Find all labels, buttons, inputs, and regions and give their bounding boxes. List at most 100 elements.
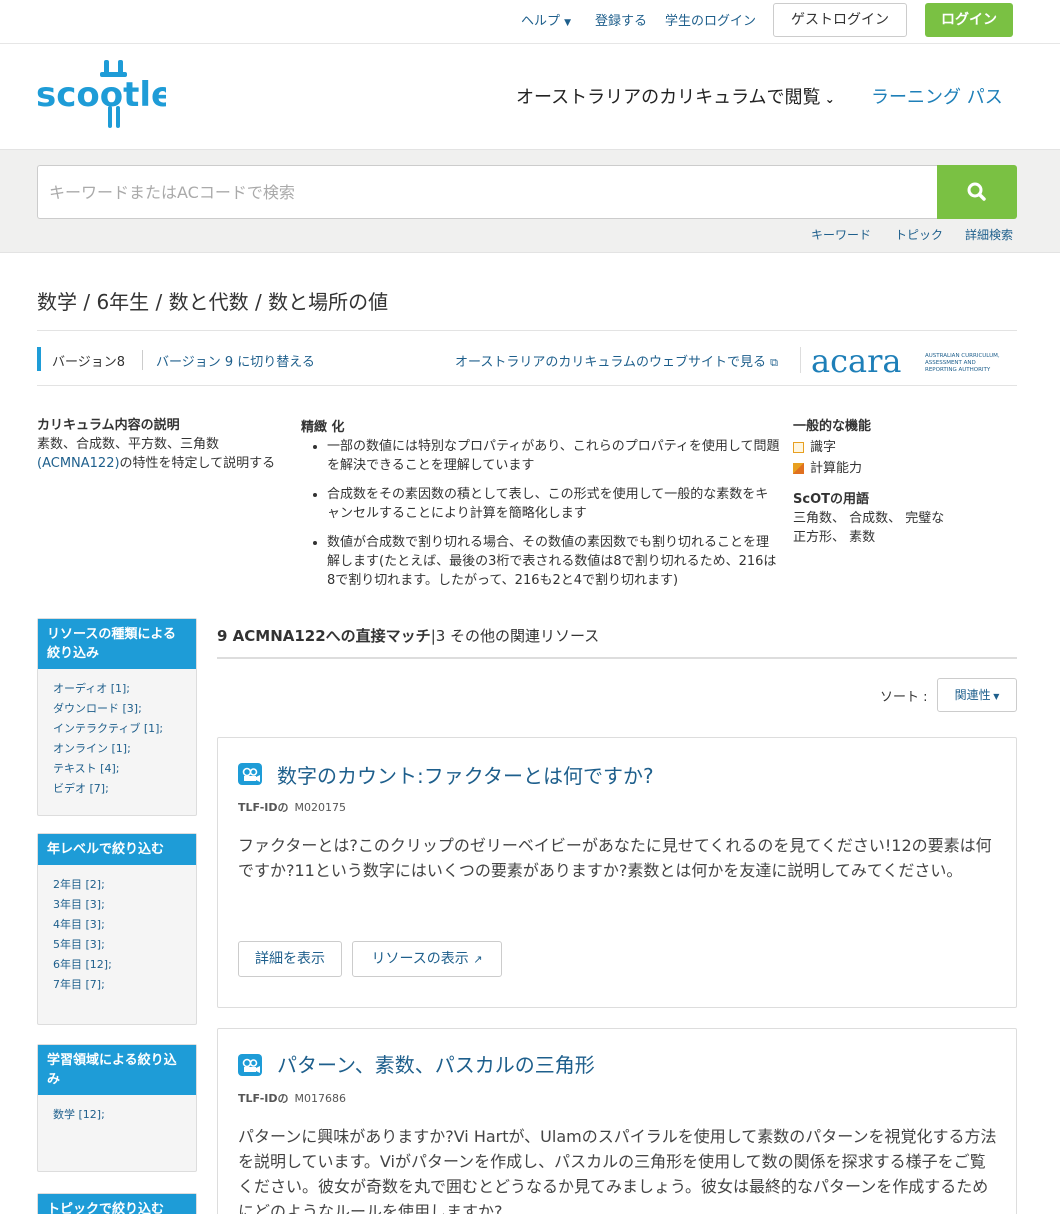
divider: [800, 347, 801, 373]
filter-option[interactable]: 7年目 [7];: [53, 975, 196, 995]
capability-label: 計算能力: [810, 461, 863, 476]
guest-login-button[interactable]: ゲストログイン: [773, 3, 907, 37]
scot-heading: ScOTの用語: [793, 492, 869, 507]
filter-option[interactable]: 数学 [12];: [53, 1105, 196, 1125]
filter-option[interactable]: 3年目 [3];: [53, 895, 196, 915]
divider: [142, 350, 143, 370]
divider: [217, 657, 1017, 659]
switch-version-link[interactable]: バージョン 9 に切り替える: [156, 351, 315, 370]
resource-description: パターンに興味がありますか?Vi Hartが、Ulamのスパイラルを使用して素数…: [238, 1127, 997, 1214]
acara-tagline-1: AUSTRALIAN CURRICULUM,: [925, 353, 1000, 359]
video-icon: [238, 763, 262, 785]
filter-heading: トピックで絞り込む: [38, 1194, 196, 1214]
search-button[interactable]: [937, 165, 1017, 219]
results-summary: 9 ACMNA122への直接マッチ|3 その他の関連リソース: [217, 625, 599, 646]
resource-id-label: TLF-IDの: [238, 1092, 289, 1105]
top-bar: ヘルプ ▼ 登録する 学生のログイン ゲストログイン ログイン: [0, 0, 1060, 44]
sort-value: 関連性: [954, 688, 991, 702]
filter-learning-area: 学習領域による絞り込み 数学 [12];: [37, 1044, 197, 1172]
scot-terms-line: 正方形、 素数: [793, 530, 876, 545]
direct-matches-tab[interactable]: 9 ACMNA122への直接マッチ: [217, 627, 431, 645]
filter-resource-type: リソースの種類による絞り込み オーディオ [1]; ダウンロード [3]; イン…: [37, 618, 197, 816]
student-login-link[interactable]: 学生のログイン: [665, 10, 756, 29]
keyword-search-link[interactable]: キーワード: [811, 226, 871, 243]
resource-id: TLF-IDの M017686: [238, 1090, 346, 1106]
advanced-search-link[interactable]: 詳細検索: [965, 226, 1013, 243]
scootle-logo[interactable]: scootle: [36, 58, 166, 134]
breadcrumb: 数学 / 6年生 / 数と代数 / 数と場所の値: [37, 290, 389, 314]
resource-id-value: M020175: [294, 801, 346, 814]
resource-card: パターン、素数、パスカルの三角形 TLF-IDの M017686 パターンに興味が…: [217, 1028, 1017, 1214]
filter-option[interactable]: 4年目 [3];: [53, 915, 196, 935]
scot-terms-line: 三角数、 合成数、 完璧な: [793, 511, 945, 526]
filter-heading: リソースの種類による絞り込み: [38, 619, 196, 669]
resource-description: ファクターとは?このクリップのゼリーベイビーがあなたに見せてくれるのを見てくださ…: [238, 836, 992, 880]
resource-id: TLF-IDの M020175: [238, 799, 346, 815]
content-description-heading: カリキュラム内容の説明: [37, 418, 180, 433]
learning-path-link[interactable]: ラーニング パス: [871, 83, 1003, 109]
login-button[interactable]: ログイン: [925, 3, 1013, 37]
elaborations: 精緻 化 一部の数値には特別なプロパティがあり、これらのプロパティを使用して問題…: [301, 416, 781, 600]
chevron-down-icon: ⌄: [820, 92, 835, 106]
acara-wordmark: acara: [811, 346, 901, 376]
resource-id-value: M017686: [294, 1092, 346, 1105]
chevron-down-icon: ▼: [564, 18, 572, 28]
ac-website-label: オーストラリアのカリキュラムのウェブサイトで見る: [455, 355, 766, 370]
logo-text: scootle: [36, 75, 166, 115]
resource-title-link[interactable]: パターン、素数、パスカルの三角形: [277, 1049, 595, 1078]
content-description-text: の特性を特定して説明する: [119, 456, 276, 471]
elaboration-item: 数値が合成数で割り切れる場合、その数値の素因数でも割り切れることを理解します(た…: [327, 533, 781, 590]
view-details-button[interactable]: 詳細を表示: [238, 941, 342, 977]
filter-option[interactable]: ビデオ [7];: [53, 779, 196, 799]
ac-code-link[interactable]: (ACMNA122): [37, 456, 120, 471]
filter-topic: トピックで絞り込む: [37, 1193, 197, 1214]
numeracy-icon: [793, 463, 804, 474]
help-menu[interactable]: ヘルプ ▼: [521, 10, 571, 29]
topic-search-link[interactable]: トピック: [895, 226, 943, 243]
search-icon: [967, 182, 986, 201]
filter-option[interactable]: テキスト [4];: [53, 759, 196, 779]
search-input[interactable]: [37, 165, 938, 219]
filter-heading: 学習領域による絞り込み: [38, 1045, 196, 1095]
browse-ac-menu[interactable]: オーストラリアのカリキュラムで閲覧 ⌄: [516, 83, 835, 109]
filter-option[interactable]: 5年目 [3];: [53, 935, 196, 955]
resource-id-label: TLF-IDの: [238, 801, 289, 814]
external-link-icon: ⧉: [770, 356, 778, 369]
elaborations-heading: 精緻 化: [301, 420, 345, 435]
sort-dropdown[interactable]: 関連性 ▼: [937, 678, 1017, 712]
capability-literacy[interactable]: 識字: [793, 437, 1018, 458]
filter-option[interactable]: 2年目 [2];: [53, 875, 196, 895]
ac-website-link[interactable]: オーストラリアのカリキュラムのウェブサイトで見る ⧉: [455, 351, 778, 370]
capability-numeracy[interactable]: 計算能力: [793, 458, 1018, 479]
filter-option[interactable]: オーディオ [1];: [53, 679, 196, 699]
resource-card: 数字のカウント:ファクターとは何ですか? TLF-IDの M020175 ファクタ…: [217, 737, 1017, 1008]
help-label: ヘルプ: [521, 14, 561, 29]
view-resource-button[interactable]: リソースの表示 ↗: [352, 941, 502, 977]
video-icon: [238, 1054, 262, 1076]
elaboration-item: 合成数をその素因数の積として表し、この形式を使用して一般的な素数をキャンセルする…: [327, 485, 781, 523]
content-description-text: 素数、合成数、平方数、三角数: [37, 437, 220, 452]
acara-logo[interactable]: acara AUSTRALIAN CURRICULUM, ASSESSMENT …: [811, 346, 1017, 376]
filter-option[interactable]: 6年目 [12];: [53, 955, 196, 975]
scot-terms: ScOTの用語 三角数、 合成数、 完璧な 正方形、 素数: [793, 490, 1018, 547]
filter-heading: 年レベルで絞り込む: [38, 834, 196, 865]
sort-label: ソート :: [880, 690, 928, 705]
filter-option[interactable]: ダウンロード [3];: [53, 699, 196, 719]
acara-tagline-2: ASSESSMENT AND: [925, 360, 976, 366]
literacy-icon: [793, 442, 804, 453]
resource-title-link[interactable]: 数字のカウント:ファクターとは何ですか?: [277, 760, 654, 789]
caret-down-icon: ▼: [990, 692, 1000, 701]
register-link[interactable]: 登録する: [595, 10, 647, 29]
general-capabilities: 一般的な機能 識字 計算能力: [793, 416, 1018, 479]
elaboration-item: 一部の数値には特別なプロパティがあり、これらのプロパティを使用して問題を解決でき…: [327, 437, 781, 475]
filter-year-level: 年レベルで絞り込む 2年目 [2]; 3年目 [3]; 4年目 [3]; 5年目…: [37, 833, 197, 1025]
capability-label: 識字: [810, 440, 837, 455]
version-indicator: [37, 347, 41, 371]
external-link-icon: ↗: [473, 953, 483, 966]
general-capabilities-heading: 一般的な機能: [793, 419, 872, 434]
browse-ac-label: オーストラリアのカリキュラムで閲覧: [516, 87, 821, 108]
filter-option[interactable]: インテラクティブ [1];: [53, 719, 196, 739]
view-resource-label: リソースの表示: [371, 951, 469, 967]
other-resources-tab[interactable]: |3 その他の関連リソース: [431, 627, 600, 645]
filter-option[interactable]: オンライン [1];: [53, 739, 196, 759]
